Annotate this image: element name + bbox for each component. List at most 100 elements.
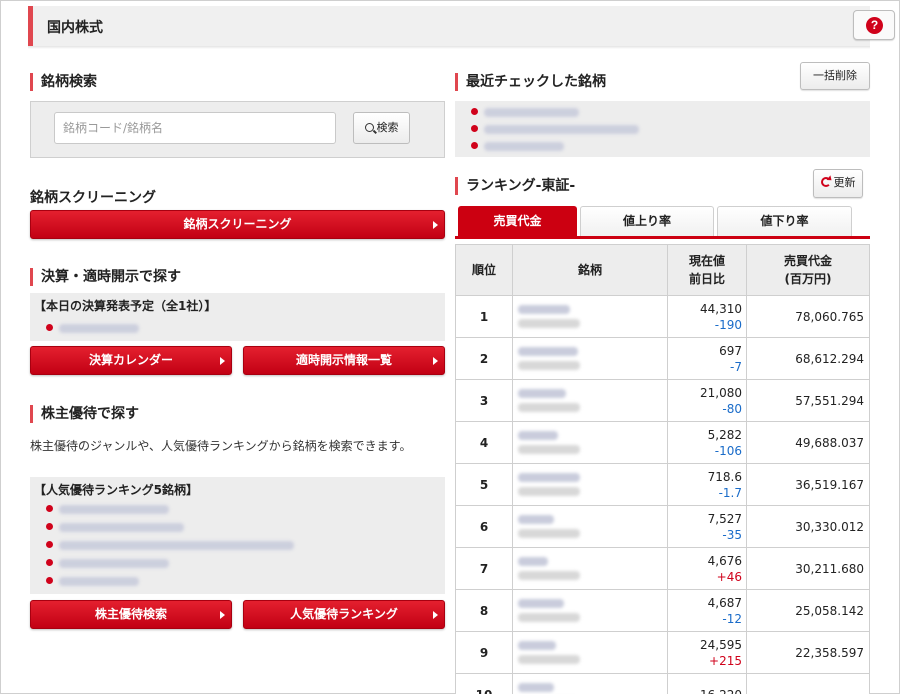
screening-title: 銘柄スクリーニング: [30, 190, 156, 206]
bullet-icon: [471, 125, 478, 132]
stock-name-cell[interactable]: [512, 631, 668, 674]
blurred-stock-name: [518, 599, 564, 608]
stock-name-cell[interactable]: [512, 589, 668, 632]
trading-value: 25,058.142: [746, 589, 870, 632]
table-row[interactable]: 7 4,676 +46 30,211.680: [455, 547, 870, 590]
rank-number: 8: [455, 589, 513, 632]
current-price: 718.6: [707, 469, 742, 484]
refresh-button-label: 更新: [833, 176, 856, 189]
price-change: -1.7: [718, 485, 742, 500]
rank-number: 10: [455, 673, 513, 694]
table-row[interactable]: 10 16,220: [455, 673, 870, 694]
table-row[interactable]: 3 21,080 -80 57,551.294: [455, 379, 870, 422]
bullet-icon: [471, 108, 478, 115]
rank-number: 2: [455, 337, 513, 380]
yutai-item[interactable]: [46, 574, 346, 588]
col-value-line2: (百万円): [784, 272, 832, 286]
bullet-icon: [46, 559, 53, 566]
trading-value: 57,551.294: [746, 379, 870, 422]
rank-number: 5: [455, 463, 513, 506]
current-price: 16,220: [700, 688, 742, 694]
blurred-stock-name: [518, 557, 548, 566]
blurred-stock-name: [518, 473, 580, 482]
search-button[interactable]: 検索: [353, 112, 410, 144]
price-cell: 24,595 +215: [667, 631, 747, 674]
bullet-icon: [46, 541, 53, 548]
table-row[interactable]: 8 4,687 -12 25,058.142: [455, 589, 870, 632]
trading-value: 36,519.167: [746, 463, 870, 506]
recent-item[interactable]: [471, 122, 771, 136]
recent-item[interactable]: [471, 105, 771, 119]
blurred-stock-code: [518, 403, 580, 412]
refresh-icon: [820, 177, 831, 187]
tab-gainers[interactable]: 値上り率: [580, 206, 714, 237]
yutai-item[interactable]: [46, 556, 346, 570]
price-change: -106: [714, 443, 742, 458]
earnings-item[interactable]: [46, 321, 246, 335]
col-price-line2: 前日比: [688, 272, 725, 286]
stock-name-cell[interactable]: [512, 379, 668, 422]
current-price: 4,687: [707, 595, 742, 610]
ranking-table: 順位 銘柄 現在値 前日比 売買代金 (百万円) 1 44,310 -190 78,060…: [455, 244, 870, 694]
trading-value: 22,358.597: [746, 631, 870, 674]
earnings-calendar-button[interactable]: 決算カレンダー: [30, 346, 232, 375]
earnings-panel: 【本日の決算発表予定（全1社）】: [30, 293, 445, 341]
ranking-section-title: ランキング-東証-: [455, 177, 575, 195]
price-cell: 718.6 -1.7: [667, 463, 747, 506]
refresh-button[interactable]: 更新: [813, 169, 863, 198]
help-button[interactable]: ?: [853, 10, 895, 40]
yutai-item[interactable]: [46, 520, 346, 534]
stock-name-cell[interactable]: [512, 295, 668, 338]
stock-name-cell[interactable]: [512, 505, 668, 548]
screening-button[interactable]: 銘柄スクリーニング: [30, 210, 445, 239]
tab-decliners[interactable]: 値下り率: [717, 206, 852, 237]
arrow-right-icon: [220, 611, 225, 619]
stock-name-cell[interactable]: [512, 547, 668, 590]
col-value: 売買代金 (百万円): [746, 244, 870, 296]
blurred-stock-name: [59, 324, 139, 333]
rank-number: 3: [455, 379, 513, 422]
table-row[interactable]: 9 24,595 +215 22,358.597: [455, 631, 870, 674]
recent-item[interactable]: [471, 139, 771, 153]
search-icon: [364, 123, 374, 132]
arrow-right-icon: [433, 611, 438, 619]
table-row[interactable]: 5 718.6 -1.7 36,519.167: [455, 463, 870, 506]
page-header: 国内株式 ?: [28, 6, 895, 46]
blurred-stock-name: [59, 505, 169, 514]
blurred-stock-code: [518, 571, 580, 580]
disclosure-list-button[interactable]: 適時開示情報一覧: [243, 346, 445, 375]
table-row[interactable]: 6 7,527 -35 30,330.012: [455, 505, 870, 548]
tab-underline: [455, 236, 870, 239]
rank-number: 1: [455, 295, 513, 338]
price-cell: 16,220: [667, 673, 747, 694]
stock-name-cell[interactable]: [512, 337, 668, 380]
current-price: 5,282: [707, 427, 742, 442]
col-name: 銘柄: [512, 244, 668, 296]
rank-number: 9: [455, 631, 513, 674]
col-price: 現在値 前日比: [667, 244, 747, 296]
screening-button-label: 銘柄スクリーニング: [183, 217, 292, 231]
clear-all-button[interactable]: 一括削除: [800, 62, 870, 90]
blurred-stock-code: [518, 487, 580, 496]
trading-value: 30,330.012: [746, 505, 870, 548]
blurred-stock-code: [518, 529, 580, 538]
table-row[interactable]: 2 697 -7 68,612.294: [455, 337, 870, 380]
yutai-ranking-button[interactable]: 人気優待ランキング: [243, 600, 445, 629]
table-row[interactable]: 1 44,310 -190 78,060.765: [455, 295, 870, 338]
yutai-search-button[interactable]: 株主優待検索: [30, 600, 232, 629]
bullet-icon: [46, 577, 53, 584]
price-change: +215: [709, 653, 742, 668]
arrow-right-icon: [433, 357, 438, 365]
blurred-stock-name: [59, 541, 294, 550]
yutai-panel-head: 【人気優待ランキング5銘柄】: [34, 483, 198, 497]
tab-trading-value[interactable]: 売買代金: [458, 206, 577, 237]
yutai-item[interactable]: [46, 502, 346, 516]
stock-name-cell[interactable]: [512, 673, 668, 694]
search-input[interactable]: [54, 112, 336, 144]
price-cell: 5,282 -106: [667, 421, 747, 464]
stock-name-cell[interactable]: [512, 463, 668, 506]
stock-name-cell[interactable]: [512, 421, 668, 464]
yutai-item[interactable]: [46, 538, 346, 552]
price-change: -35: [722, 527, 742, 542]
table-row[interactable]: 4 5,282 -106 49,688.037: [455, 421, 870, 464]
